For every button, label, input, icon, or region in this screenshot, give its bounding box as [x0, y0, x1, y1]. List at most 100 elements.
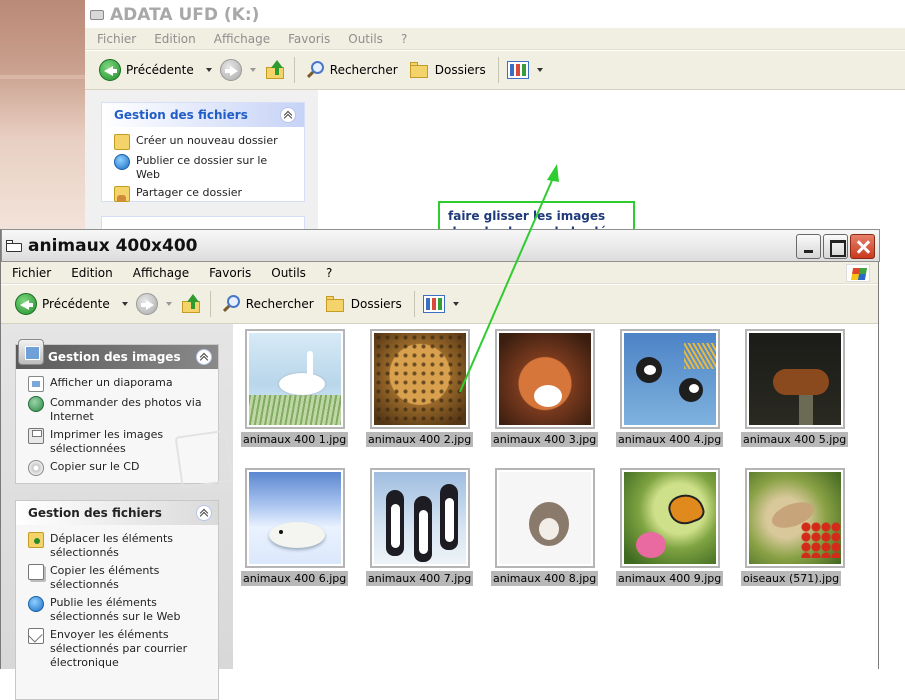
collapse-chevron-icon[interactable] — [280, 107, 296, 123]
thumbnail-caption: animaux 400 4.jpg — [616, 432, 724, 447]
slideshow-label: Afficher un diaporama — [50, 376, 173, 389]
images-pane-header[interactable]: Gestion des images — [16, 339, 218, 369]
order-photos-label: Commander des photos via Internet — [50, 396, 202, 423]
bird-image — [749, 472, 841, 564]
crane-image — [624, 333, 716, 425]
search-button[interactable]: Rechercher — [219, 290, 318, 318]
fox-image — [499, 333, 591, 425]
menu-fichier[interactable]: Fichier — [12, 266, 51, 280]
back-back-button[interactable]: Précédente — [95, 56, 198, 84]
images-pane-title: Gestion des images — [48, 350, 181, 364]
title-bar[interactable]: animaux 400x400 — [1, 229, 880, 262]
menu-affichage[interactable]: Affichage — [133, 266, 189, 280]
back-window-content[interactable]: Gestion des fichiers Créer un nouveau do… — [85, 90, 905, 255]
thumbnail-caption: animaux 400 8.jpg — [491, 571, 599, 586]
front-explorer-window[interactable]: animaux 400x400 Fichier Edition Affichag… — [0, 229, 880, 700]
globe-icon — [28, 596, 44, 612]
forward-dropdown-icon[interactable] — [165, 302, 172, 306]
views-dropdown-icon[interactable] — [452, 302, 459, 306]
slideshow-icon — [28, 376, 44, 392]
back-dropdown-icon[interactable] — [121, 302, 128, 306]
back-task-pane: Gestion des fichiers Créer un nouveau do… — [85, 90, 318, 246]
copy-icon — [28, 564, 44, 580]
thumbnail-view[interactable]: animaux 400 1.jpg animaux 400 2.jpg anim… — [239, 324, 879, 669]
views-icon[interactable] — [422, 295, 445, 313]
menu-outils[interactable]: Outils — [271, 266, 306, 280]
back-folders-button[interactable]: Dossiers — [406, 56, 490, 84]
thumbnail-caption: animaux 400 1.jpg — [241, 432, 349, 447]
new-folder-icon — [114, 134, 130, 150]
back-window-title: ADATA UFD (K:) — [90, 4, 259, 26]
order-photos-icon — [28, 396, 44, 412]
back-button[interactable]: Précédente — [11, 290, 114, 318]
windows-logo-icon — [846, 264, 870, 282]
back-views-dropdown-icon[interactable] — [536, 68, 543, 72]
picture-tasks-icon — [18, 339, 44, 365]
toolbar: Précédente Rechercher Dossiers — [1, 285, 878, 324]
share-folder-icon — [114, 186, 130, 202]
thumbnail-caption: oiseaux (571).jpg — [741, 571, 842, 586]
cd-icon — [28, 460, 44, 476]
back-back-dropdown-icon[interactable] — [205, 68, 212, 72]
back-publish-web-label: Publier ce dossier sur le Web — [136, 154, 268, 181]
move-items-label: Déplacer les éléments sélectionnés — [50, 532, 173, 559]
thumbnail-caption: animaux 400 2.jpg — [366, 432, 474, 447]
back-forward-dropdown-icon[interactable] — [249, 68, 256, 72]
menubar: Fichier Edition Affichage Favoris Outils… — [1, 262, 878, 284]
forward-icon[interactable] — [135, 293, 158, 315]
thumbnail-caption: animaux 400 9.jpg — [616, 571, 724, 586]
back-menu-affichage[interactable]: Affichage — [214, 32, 270, 46]
back-forward-icon[interactable] — [219, 59, 242, 81]
back-share-folder-link[interactable]: Partager ce dossier — [102, 185, 304, 205]
back-label: Précédente — [42, 297, 110, 311]
back-menu-help[interactable]: ? — [401, 32, 407, 46]
up-folder-icon[interactable] — [180, 293, 202, 315]
order-photos-link[interactable]: Commander des photos via Internet — [16, 395, 218, 427]
back-arrow-icon — [15, 293, 37, 315]
thumbnail-caption: animaux 400 7.jpg — [366, 571, 474, 586]
menu-edition[interactable]: Edition — [71, 266, 113, 280]
watermark-icon — [174, 429, 234, 489]
minimize-button[interactable] — [796, 234, 821, 259]
email-items-link[interactable]: Envoyer les éléments sélectionnés par co… — [16, 627, 218, 673]
back-explorer-window[interactable]: ADATA UFD (K:) Fichier Edition Affichage… — [85, 0, 905, 255]
back-search-button[interactable]: Rechercher — [303, 56, 402, 84]
back-menu-favoris[interactable]: Favoris — [288, 32, 330, 46]
back-menu-fichier[interactable]: Fichier — [97, 32, 136, 46]
search-icon — [222, 295, 241, 313]
swan-image — [249, 333, 341, 425]
back-menu-outils[interactable]: Outils — [348, 32, 383, 46]
butterfly-image — [624, 472, 716, 564]
close-button[interactable] — [850, 234, 875, 259]
publish-items-link[interactable]: Publie les éléments sélectionnés sur le … — [16, 595, 218, 627]
folders-button[interactable]: Dossiers — [322, 290, 406, 318]
back-publish-web-link[interactable]: Publier ce dossier sur le Web — [102, 153, 304, 185]
menu-favoris[interactable]: Favoris — [209, 266, 251, 280]
email-items-label: Envoyer les éléments sélectionnés par co… — [50, 628, 188, 669]
back-up-folder-icon[interactable] — [264, 59, 286, 81]
back-views-icon[interactable] — [506, 61, 529, 79]
globe-icon — [114, 154, 130, 170]
main-area: Gestion des images Afficher un diaporama… — [1, 324, 879, 700]
images-pane: Gestion des images Afficher un diaporama… — [15, 339, 234, 489]
move-items-link[interactable]: Déplacer les éléments sélectionnés — [16, 531, 218, 563]
desktop-background — [0, 0, 85, 230]
back-menu-edition[interactable]: Edition — [154, 32, 196, 46]
back-files-pane-header[interactable]: Gestion des fichiers — [102, 103, 304, 127]
maximize-button[interactable] — [823, 234, 848, 259]
back-files-pane: Gestion des fichiers Créer un nouveau do… — [101, 102, 305, 202]
slideshow-link[interactable]: Afficher un diaporama — [16, 375, 218, 395]
leopard-image — [374, 333, 466, 425]
back-toolbar-separator-2 — [497, 57, 499, 83]
back-window-title-text: ADATA UFD (K:) — [110, 5, 260, 25]
collapse-chevron-icon[interactable] — [196, 505, 212, 521]
email-icon — [28, 628, 44, 644]
copy-items-link[interactable]: Copier les éléments sélectionnés — [16, 563, 218, 595]
toolbar-separator — [209, 291, 211, 317]
collapse-chevron-icon[interactable] — [196, 349, 212, 365]
files-pane-header[interactable]: Gestion des fichiers — [16, 501, 218, 525]
folders-icon — [409, 62, 430, 78]
task-pane: Gestion des images Afficher un diaporama… — [1, 324, 234, 700]
back-create-folder-link[interactable]: Créer un nouveau dossier — [102, 133, 304, 153]
menu-help[interactable]: ? — [326, 266, 332, 280]
